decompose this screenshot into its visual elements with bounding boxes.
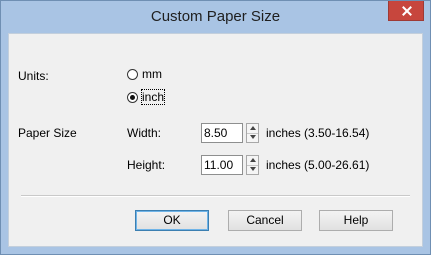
dialog-body: Units: mm inch Paper Size Width: 8.50 in… — [8, 33, 423, 247]
radio-inch[interactable] — [127, 92, 138, 103]
width-spin-down-icon[interactable] — [247, 133, 258, 142]
help-button[interactable]: Help — [319, 210, 393, 231]
height-label: Height: — [127, 158, 166, 172]
width-input[interactable]: 8.50 — [201, 123, 243, 143]
height-spin-down-icon[interactable] — [247, 165, 258, 174]
radio-inch-label[interactable]: inch — [140, 89, 166, 105]
paper-size-label: Paper Size — [18, 126, 77, 140]
height-spinner[interactable] — [246, 155, 259, 175]
height-input[interactable]: 11.00 — [201, 155, 243, 175]
separator — [21, 195, 410, 197]
height-range: inches (5.00-26.61) — [266, 158, 370, 172]
width-spinner[interactable] — [246, 123, 259, 143]
custom-paper-size-dialog: Custom Paper Size Units: mm inch Paper S… — [0, 0, 431, 255]
ok-button[interactable]: OK — [135, 210, 209, 231]
radio-mm-label[interactable]: mm — [142, 67, 162, 81]
width-range: inches (3.50-16.54) — [266, 126, 370, 140]
dialog-title: Custom Paper Size — [150, 8, 281, 25]
title-bar[interactable]: Custom Paper Size — [1, 1, 430, 33]
close-button[interactable] — [388, 1, 424, 21]
cancel-button[interactable]: Cancel — [228, 210, 302, 231]
width-label: Width: — [127, 126, 162, 140]
units-label: Units: — [18, 69, 49, 83]
radio-mm[interactable] — [127, 69, 138, 80]
